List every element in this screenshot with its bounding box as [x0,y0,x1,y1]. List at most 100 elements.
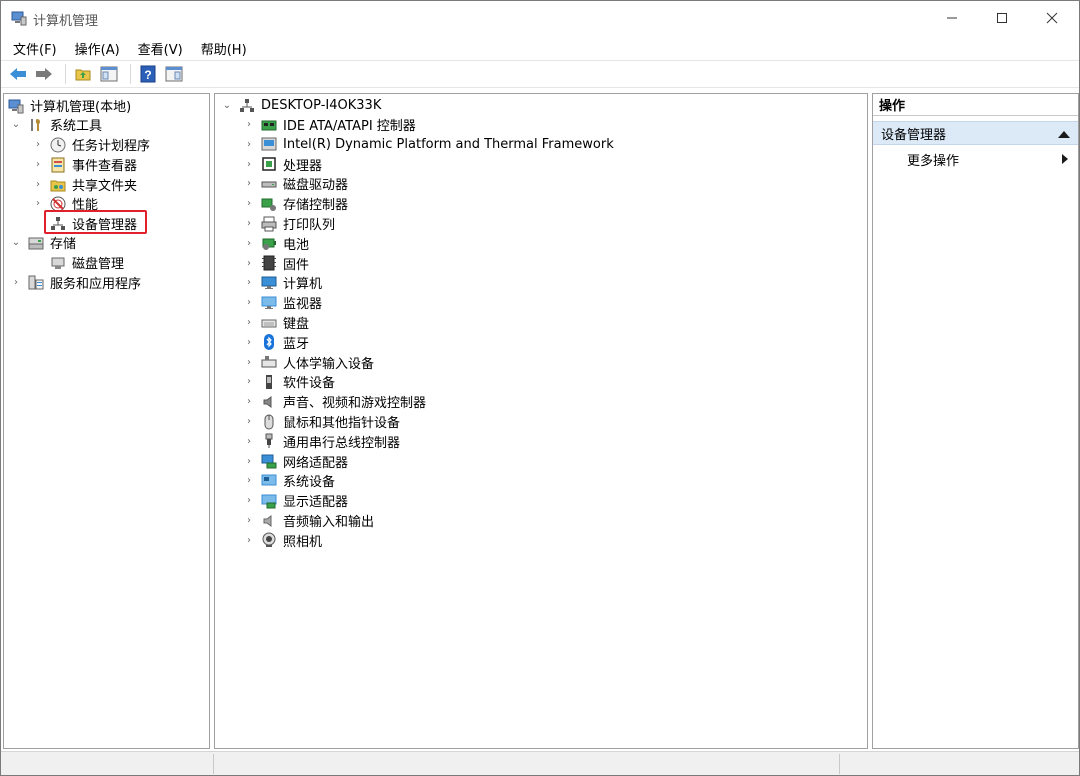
expand-chevron-icon[interactable]: › [243,139,255,150]
menu-file[interactable]: 文件(F) [7,39,63,58]
expand-chevron-icon[interactable]: › [243,337,255,348]
device-category-item[interactable]: › 照相机 [243,531,322,550]
expand-chevron-icon[interactable]: › [32,198,44,209]
status-separator [213,754,214,774]
expand-chevron-icon[interactable]: › [243,475,255,486]
window-title: 计算机管理 [33,14,99,29]
device-category-item[interactable]: › 显示适配器 [243,491,348,510]
usb-icon [265,433,273,449]
device-category-label: Intel(R) Dynamic Platform and Thermal Fr… [283,136,614,152]
actions-header: 操作 [873,94,1078,116]
expand-chevron-icon[interactable]: › [243,456,255,467]
collapse-chevron-icon[interactable]: ⌄ [221,100,233,111]
device-category-item[interactable]: › 蓝牙 [243,333,309,352]
expand-chevron-icon[interactable]: › [243,238,255,249]
expand-chevron-icon[interactable]: › [243,495,255,506]
device-category-item[interactable]: › 计算机 [243,273,322,292]
show-hide-tree-button[interactable] [98,63,120,85]
device-category-label: 打印队列 [283,218,336,233]
tree-item-task-scheduler[interactable]: › 任务计划程序 [32,135,150,154]
tree-item-computer-root[interactable]: ⌄ DESKTOP-I4OK33K [221,96,382,115]
console-tree-pane[interactable]: 计算机管理(本地) ⌄ 系统工具 › 任务计划程序 › 事件查看器 › 共享文件… [3,93,210,749]
toolbar-separator [130,64,131,84]
device-category-item[interactable]: › IDE ATA/ATAPI 控制器 [243,115,416,134]
close-button[interactable] [1029,1,1075,35]
device-category-item[interactable]: › 音频输入和输出 [243,511,374,530]
show-hide-action-pane-button[interactable] [163,63,185,85]
expand-chevron-icon[interactable]: › [243,198,255,209]
expand-chevron-icon[interactable]: › [243,396,255,407]
expand-chevron-icon[interactable]: › [243,159,255,170]
back-button[interactable] [7,63,29,85]
expand-chevron-icon[interactable]: › [243,258,255,269]
device-category-item[interactable]: › 电池 [243,234,309,253]
device-category-item[interactable]: › Intel(R) Dynamic Platform and Thermal F… [243,135,614,154]
device-category-item[interactable]: › 处理器 [243,155,322,174]
device-category-item[interactable]: › 软件设备 [243,372,335,391]
device-category-item[interactable]: › 鼠标和其他指针设备 [243,412,400,431]
expand-chevron-icon[interactable]: › [243,317,255,328]
up-folder-button[interactable] [72,63,94,85]
collapse-chevron-icon[interactable]: ⌄ [10,237,22,248]
expand-chevron-icon[interactable]: › [243,535,255,546]
device-category-item[interactable]: › 监视器 [243,293,322,312]
expand-chevron-icon[interactable]: › [243,416,255,427]
device-category-item[interactable]: › 打印队列 [243,214,335,233]
tree-label: 任务计划程序 [72,139,151,154]
device-category-item[interactable]: › 声音、视频和游戏控制器 [243,392,426,411]
tree-item-computer-management[interactable]: 计算机管理(本地) [8,96,131,115]
firmware-icon [262,255,276,271]
menu-view[interactable]: 查看(V) [132,39,189,58]
maximize-button[interactable] [979,1,1025,35]
expand-chevron-icon[interactable]: › [243,218,255,229]
more-actions-item[interactable]: 更多操作 [873,148,1078,170]
collapse-triangle-icon[interactable] [1058,131,1070,138]
expand-chevron-icon[interactable]: › [243,515,255,526]
device-category-item[interactable]: › 固件 [243,254,309,273]
expand-chevron-icon[interactable]: › [243,436,255,447]
device-category-item[interactable]: › 网络适配器 [243,452,348,471]
help-button[interactable]: ? [137,63,159,85]
device-category-item[interactable]: › 存储控制器 [243,194,348,213]
expand-chevron-icon[interactable]: › [32,139,44,150]
computer-name-label: DESKTOP-I4OK33K [261,98,382,113]
expand-chevron-icon[interactable]: › [243,178,255,189]
device-category-item[interactable]: › 人体学输入设备 [243,353,374,372]
status-separator [839,754,840,774]
tree-item-shared-folders[interactable]: › 共享文件夹 [32,175,137,194]
forward-button[interactable] [33,63,55,85]
tree-item-services-applications[interactable]: › 服务和应用程序 [10,273,141,292]
device-category-item[interactable]: › 通用串行总线控制器 [243,432,400,451]
tree-item-system-tools[interactable]: ⌄ 系统工具 [10,115,102,134]
expand-chevron-icon[interactable]: › [243,357,255,368]
expand-chevron-icon[interactable]: › [32,159,44,170]
tree-item-storage[interactable]: ⌄ 存储 [10,233,76,252]
device-category-label: 处理器 [283,158,323,174]
monitor-icon [261,296,277,309]
close-icon [1046,12,1058,24]
expand-chevron-icon[interactable]: › [243,119,255,130]
device-list-pane[interactable]: ⌄ DESKTOP-I4OK33K › IDE ATA/ATAPI 控制器 › Int… [214,93,868,749]
disk-management-icon [51,257,65,269]
intel-dptf-icon [261,137,277,151]
expand-chevron-icon[interactable]: › [243,297,255,308]
expand-chevron-icon[interactable]: › [243,376,255,387]
menu-action[interactable]: 操作(A) [69,39,126,58]
tree-item-event-viewer[interactable]: › 事件查看器 [32,155,137,174]
actions-section-device-manager[interactable]: 设备管理器 [873,121,1078,145]
device-category-item[interactable]: › 系统设备 [243,471,335,490]
device-category-item[interactable]: › 键盘 [243,313,309,332]
menu-help[interactable]: 帮助(H) [195,39,253,58]
maximize-icon [997,13,1007,23]
minimize-button[interactable] [929,1,975,35]
tree-label: 共享文件夹 [72,179,138,194]
device-category-label: 鼠标和其他指针设备 [283,416,401,431]
tree-item-disk-management[interactable]: 磁盘管理 [50,253,124,272]
computer-management-icon [8,99,24,113]
expand-chevron-icon[interactable]: › [243,277,255,288]
expand-chevron-icon[interactable]: › [32,179,44,190]
expand-chevron-icon[interactable]: › [10,277,22,288]
device-category-item[interactable]: › 磁盘驱动器 [243,174,348,193]
computer-management-icon [11,11,27,26]
collapse-chevron-icon[interactable]: ⌄ [10,119,22,130]
